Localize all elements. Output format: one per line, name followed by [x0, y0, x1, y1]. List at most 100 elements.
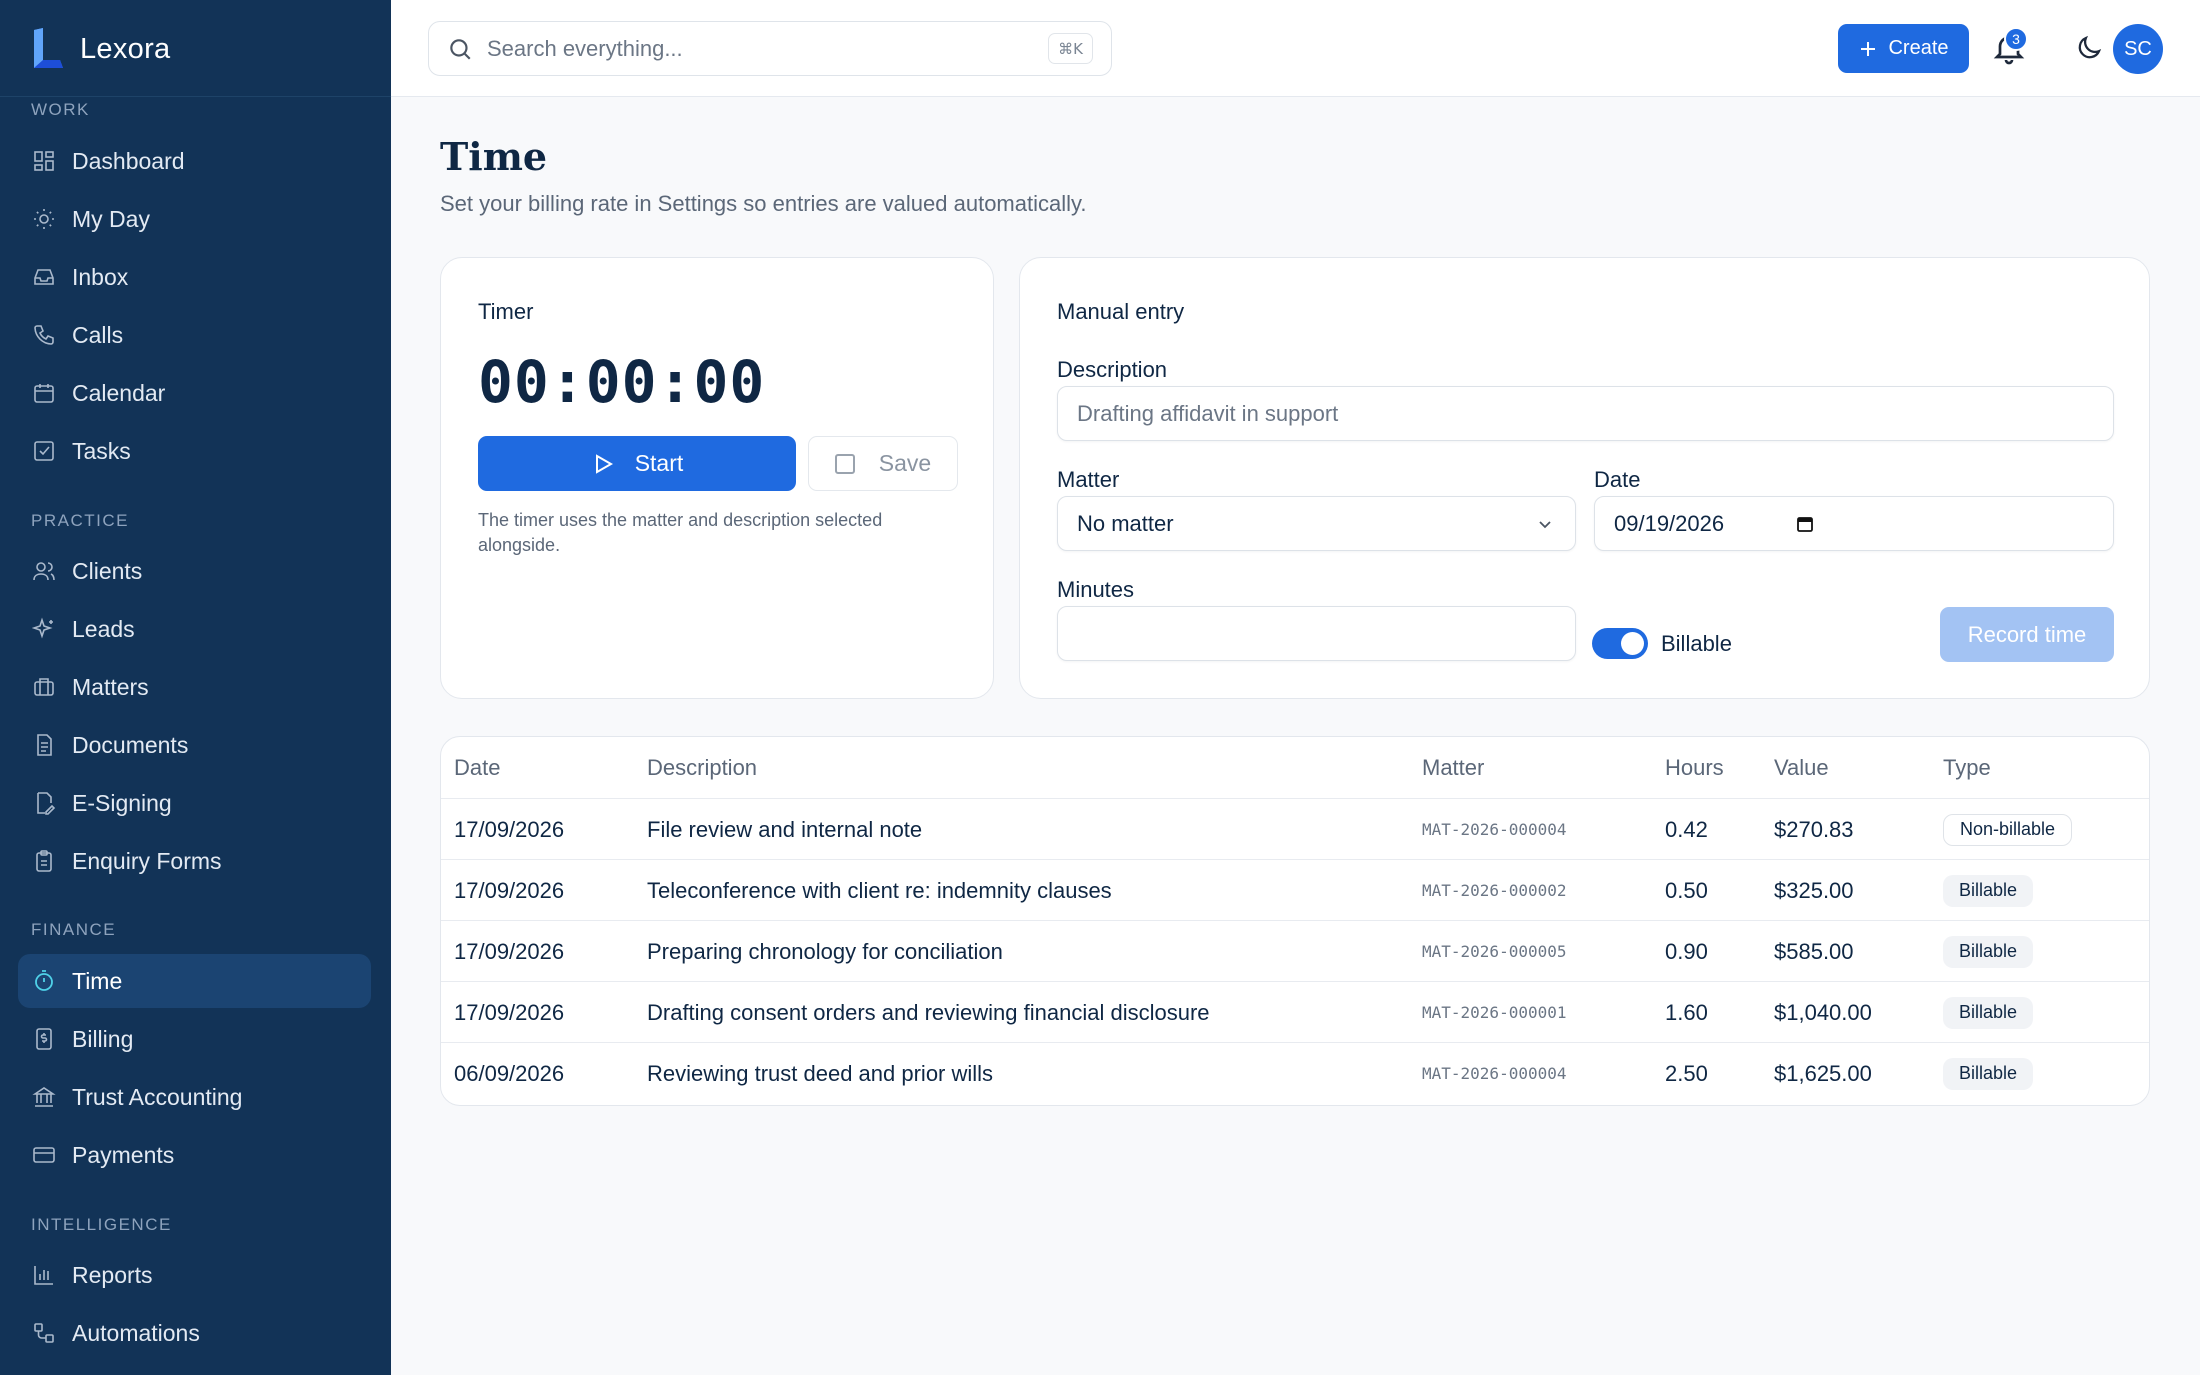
sidebar-item-label: Reports	[72, 1261, 153, 1288]
sidebar-item-billing[interactable]: Billing	[18, 1012, 371, 1066]
col-header-matter[interactable]: Matter	[1422, 737, 1484, 798]
col-header-hours[interactable]: Hours	[1665, 737, 1724, 798]
sidebar-item-label: Trust Accounting	[72, 1083, 243, 1110]
brand[interactable]: Lexora	[30, 24, 170, 74]
sidebar-item-label: Inbox	[72, 263, 129, 290]
col-header-value[interactable]: Value	[1774, 737, 1829, 798]
sidebar-item-time[interactable]: Time	[18, 954, 371, 1008]
toggle-knob	[1621, 632, 1644, 655]
type-badge: Billable	[1943, 874, 2034, 907]
cell-matter[interactable]: MAT-2026-000004	[1422, 799, 1567, 860]
description-field[interactable]: Drafting affidavit in support	[1057, 386, 2114, 441]
cell-matter[interactable]: MAT-2026-000005	[1422, 921, 1567, 982]
type-badge: Billable	[1943, 996, 2034, 1029]
create-button[interactable]: Create	[1838, 24, 1969, 73]
save-checkbox-icon	[834, 453, 855, 474]
search-shortcut-hint: ⌘K	[1048, 33, 1093, 64]
sidebar-item-tasks[interactable]: Tasks	[18, 424, 371, 478]
play-icon	[595, 453, 613, 474]
table-row[interactable]: 17/09/2026 Teleconference with client re…	[441, 859, 2149, 921]
page-title: Time	[440, 134, 548, 179]
sidebar-item-my-day[interactable]: My Day	[18, 192, 371, 246]
sidebar-item-label: Matters	[72, 673, 149, 700]
matter-select[interactable]: No matter	[1057, 496, 1576, 551]
sidebar-item-leads[interactable]: Leads	[18, 602, 371, 656]
clipboard-icon	[36, 850, 52, 872]
sidebar-item-matters[interactable]: Matters	[18, 660, 371, 714]
table-row[interactable]: 17/09/2026 Preparing chronology for conc…	[441, 920, 2149, 982]
save-button-label: Save	[878, 450, 932, 476]
sidebar-item-payments[interactable]: Payments	[18, 1128, 371, 1182]
minutes-label: Minutes	[1057, 577, 1135, 602]
search-icon	[450, 38, 471, 60]
notification-badge: 3	[2004, 27, 2028, 51]
sidebar-item-reports[interactable]: Reports	[18, 1248, 371, 1302]
cell-matter[interactable]: MAT-2026-000002	[1422, 860, 1567, 921]
sidebar-item-calls[interactable]: Calls	[18, 308, 371, 362]
sidebar-section-finance: FINANCE	[31, 920, 117, 939]
timer-note: The timer uses the matter and descriptio…	[478, 510, 883, 555]
calendar-picker-icon[interactable]	[1795, 514, 1815, 534]
topbar: ⌘K Create 3 SC	[391, 0, 2200, 97]
dashboard-icon	[34, 151, 54, 171]
cell-type: Billable	[1943, 1043, 2034, 1104]
sidebar-item-documents[interactable]: Documents	[18, 718, 371, 772]
manual-entry-title: Manual entry	[1057, 299, 1185, 324]
sidebar-item-dashboard[interactable]: Dashboard	[18, 134, 371, 188]
billable-label: Billable	[1661, 631, 1732, 656]
matter-label: Matter	[1057, 467, 1120, 492]
sidebar-item-label: Leads	[72, 615, 135, 642]
lexora-logo-icon	[34, 28, 63, 68]
save-timer-button[interactable]: Save	[808, 436, 958, 491]
phone-icon	[34, 325, 54, 345]
start-timer-button[interactable]: Start	[478, 436, 796, 491]
sidebar-item-calendar[interactable]: Calendar	[18, 366, 371, 420]
billable-toggle[interactable]	[1592, 628, 1648, 659]
cell-value: $1,040.00	[1774, 999, 1872, 1025]
moon-icon[interactable]	[2074, 33, 2104, 63]
col-header-description[interactable]: Description	[647, 737, 757, 798]
cell-value: $270.83	[1774, 816, 1854, 842]
cell-hours: 1.60	[1665, 999, 1708, 1025]
user-avatar[interactable]: SC	[2113, 24, 2163, 74]
col-header-type[interactable]: Type	[1943, 737, 1991, 798]
calendar-icon	[34, 384, 54, 403]
record-time-button[interactable]: Record time	[1940, 607, 2114, 662]
table-row[interactable]: 17/09/2026 File review and internal note…	[441, 798, 2149, 860]
manual-entry-card: Manual entry Description Drafting affida…	[1019, 257, 2150, 699]
sidebar-item-clients[interactable]: Clients	[18, 544, 371, 598]
date-field[interactable]: 09/19/2026	[1594, 496, 2114, 551]
sidebar-item-inbox[interactable]: Inbox	[18, 250, 371, 304]
cell-value: $1,625.00	[1774, 1060, 1872, 1086]
sidebar-item-label: Dashboard	[72, 147, 185, 174]
timer-card: Timer 00:00:00 Start Save The timer uses…	[440, 257, 994, 699]
table-row[interactable]: 17/09/2026 Drafting consent orders and r…	[441, 981, 2149, 1043]
users-icon	[33, 562, 55, 581]
sidebar-item-enquiry-forms[interactable]: Enquiry Forms	[18, 834, 371, 888]
sidebar-section-practice: PRACTICE	[31, 511, 129, 530]
sidebar-item-label: Clients	[72, 557, 143, 584]
sidebar-item-label: Documents	[72, 731, 189, 758]
cell-type: Non-billable	[1943, 799, 2073, 860]
sidebar-item-label: My Day	[72, 205, 150, 232]
global-search[interactable]: ⌘K	[428, 21, 1112, 76]
minutes-field[interactable]	[1057, 606, 1576, 661]
sidebar-item-trust-accounting[interactable]: Trust Accounting	[18, 1070, 371, 1124]
cell-matter[interactable]: MAT-2026-000001	[1422, 982, 1567, 1043]
search-input[interactable]	[487, 35, 1047, 62]
col-header-date[interactable]: Date	[454, 737, 500, 798]
cell-matter[interactable]: MAT-2026-000004	[1422, 1043, 1567, 1104]
table-header-row: Date Description Matter Hours Value Type	[441, 737, 2149, 798]
sidebar-item-label: Payments	[72, 1141, 175, 1168]
cell-description: Reviewing trust deed and prior wills	[647, 1060, 994, 1086]
table-row[interactable]: 06/09/2026 Reviewing trust deed and prio…	[441, 1042, 2149, 1104]
cell-description: File review and internal note	[647, 816, 923, 842]
bank-icon	[32, 1087, 56, 1107]
app-name: Lexora	[80, 32, 171, 65]
start-button-label: Start	[634, 450, 684, 476]
time-entries-table: Date Description Matter Hours Value Type…	[440, 736, 2150, 1106]
sidebar-item-e-signing[interactable]: E-Signing	[18, 776, 371, 830]
sidebar-item-automations[interactable]: Automations	[18, 1306, 371, 1360]
cell-date: 17/09/2026	[454, 938, 565, 964]
invoice-icon	[36, 1028, 52, 1050]
